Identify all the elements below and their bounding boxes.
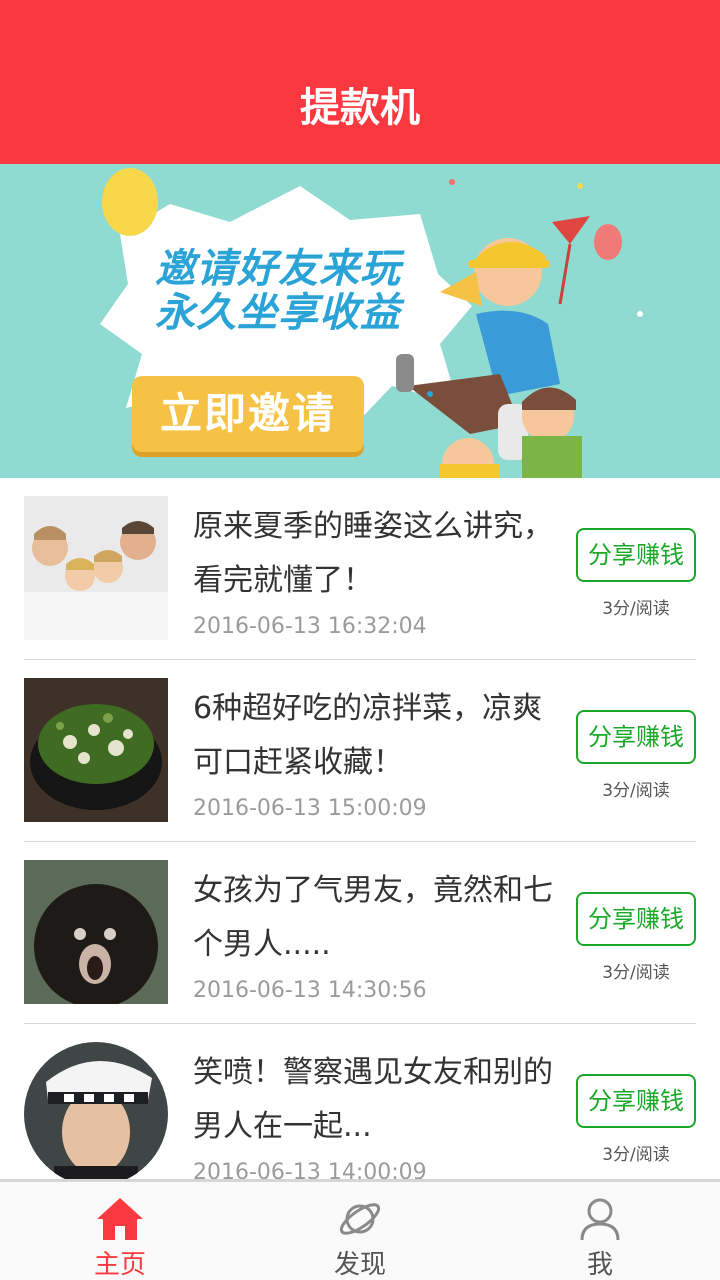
reward-per-read: 3分/阅读 bbox=[602, 1145, 670, 1165]
tab-home-label: 主页 bbox=[93, 1250, 146, 1280]
reward-per-read: 3分/阅读 bbox=[602, 781, 670, 801]
article-thumbnail bbox=[24, 678, 168, 822]
share-earn-button[interactable]: 分享赚钱 bbox=[576, 710, 696, 764]
article-date: 2016-06-13 16:32:04 bbox=[193, 614, 427, 639]
article-title[interactable]: 6种超好吃的凉拌菜，凉爽可口赶紧收藏！ bbox=[193, 682, 553, 790]
article-thumbnail bbox=[24, 1042, 168, 1179]
planet-icon bbox=[339, 1203, 381, 1235]
tab-discover[interactable]: 发现 bbox=[240, 1182, 480, 1280]
tab-home[interactable]: 主页 bbox=[0, 1182, 240, 1280]
reward-per-read: 3分/阅读 bbox=[602, 963, 670, 983]
article-thumbnail bbox=[24, 496, 168, 640]
article-title[interactable]: 女孩为了气男友，竟然和七个男人..... bbox=[193, 864, 553, 972]
app-header: 提款机 bbox=[0, 0, 720, 164]
page-title: 提款机 bbox=[300, 85, 420, 131]
invite-now-button[interactable]: 立即邀请 bbox=[132, 376, 364, 452]
red-flag bbox=[552, 216, 590, 244]
article-date: 2016-06-13 14:30:56 bbox=[193, 978, 427, 1003]
pink-balloon bbox=[594, 224, 622, 260]
article-thumbnail bbox=[24, 860, 168, 1004]
article-item[interactable]: 女孩为了气男友，竟然和七个男人..... 2016-06-13 14:30:56… bbox=[0, 842, 720, 1024]
banner-headline-2: 永久坐享收益 bbox=[155, 290, 401, 336]
tab-me-label: 我 bbox=[586, 1250, 613, 1280]
reward-per-read: 3分/阅读 bbox=[602, 599, 670, 619]
yellow-balloon bbox=[102, 168, 158, 236]
home-icon bbox=[97, 1198, 143, 1240]
invite-banner[interactable]: 邀请好友来玩 永久坐享收益 立即邀请 bbox=[0, 164, 720, 478]
article-item[interactable]: 原来夏季的睡姿这么讲究，看完就懂了！ 2016-06-13 16:32:04 分… bbox=[0, 478, 720, 660]
article-title[interactable]: 笑喷！警察遇见女友和别的男人在一起... bbox=[193, 1046, 553, 1154]
tab-discover-label: 发现 bbox=[333, 1250, 386, 1280]
bottom-tab-bar: 主页 发现 我 bbox=[0, 1179, 720, 1280]
article-item[interactable]: 笑喷！警察遇见女友和别的男人在一起... 2016-06-13 14:00:09… bbox=[0, 1024, 720, 1179]
person-icon bbox=[580, 1198, 620, 1241]
article-feed[interactable]: 原来夏季的睡姿这么讲究，看完就懂了！ 2016-06-13 16:32:04 分… bbox=[0, 478, 720, 1179]
article-title[interactable]: 原来夏季的睡姿这么讲究，看完就懂了！ bbox=[193, 500, 553, 608]
article-date: 2016-06-13 15:00:09 bbox=[193, 796, 427, 821]
article-date: 2016-06-13 14:00:09 bbox=[193, 1160, 427, 1179]
banner-headline-1: 邀请好友来玩 bbox=[155, 246, 401, 292]
tab-me[interactable]: 我 bbox=[480, 1182, 720, 1280]
share-earn-button[interactable]: 分享赚钱 bbox=[576, 1074, 696, 1128]
share-earn-button[interactable]: 分享赚钱 bbox=[576, 892, 696, 946]
share-earn-button[interactable]: 分享赚钱 bbox=[576, 528, 696, 582]
article-item[interactable]: 6种超好吃的凉拌菜，凉爽可口赶紧收藏！ 2016-06-13 15:00:09 … bbox=[0, 660, 720, 842]
